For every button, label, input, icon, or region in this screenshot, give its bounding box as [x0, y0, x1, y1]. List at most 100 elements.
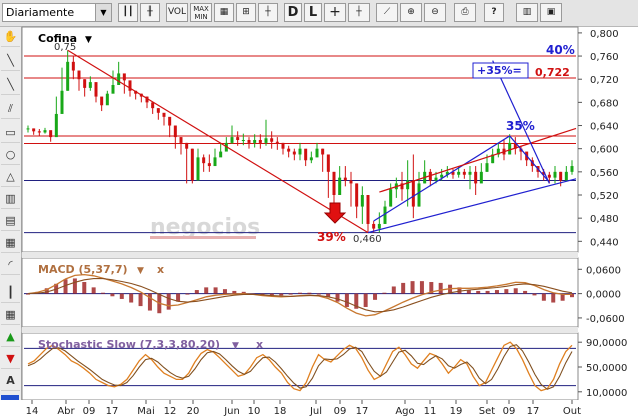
candle-body [485, 163, 489, 172]
macd-histogram-bar [288, 293, 293, 295]
candle-body [553, 171, 557, 178]
candle-body [49, 130, 53, 138]
candle-body [253, 140, 257, 143]
candle-body [338, 177, 342, 195]
candle-body [66, 61, 70, 91]
candle-body [100, 96, 104, 106]
x-tick-label: 17 [527, 406, 540, 417]
candle-body [264, 138, 268, 143]
candle-body [434, 177, 438, 181]
stochastic-close-button[interactable]: x [256, 338, 263, 351]
macd-histogram-bar [513, 288, 518, 294]
x-tick-label: 17 [356, 406, 369, 417]
candle-body [479, 171, 483, 184]
macd-histogram-bar [129, 293, 134, 303]
stochastic-tick-label: 50,0000 [586, 363, 627, 374]
low-label: 0,460 [353, 234, 382, 245]
stochastic-tick-label: 90,0000 [586, 338, 627, 349]
panel-splitter[interactable] [22, 252, 578, 258]
x-tick-label: 20 [187, 406, 200, 417]
candle-body [43, 130, 47, 133]
candle-body [287, 148, 291, 152]
x-tick-label: 09 [83, 406, 96, 417]
price-panel [21, 26, 579, 253]
macd-histogram-bar [232, 290, 237, 294]
candle-body [343, 177, 347, 181]
macd-histogram-bar [222, 289, 227, 294]
candle-body [360, 195, 364, 207]
candle-body [349, 180, 353, 184]
price-tick-label: 0,440 [590, 237, 619, 248]
candle-body [190, 148, 194, 181]
x-tick-label: Mai [137, 406, 155, 417]
candle-body [570, 166, 574, 172]
candle-body [179, 137, 183, 143]
candle-body [213, 157, 217, 167]
candle-body [151, 102, 155, 109]
macd-histogram-bar [213, 287, 218, 294]
candle-body [230, 137, 234, 143]
x-tick-label: 09 [334, 406, 347, 417]
macd-histogram-bar [194, 290, 199, 294]
candle-body [270, 138, 274, 142]
x-tick-label: Ago [395, 406, 414, 417]
candle-body [315, 148, 319, 158]
macd-histogram-bar [316, 293, 321, 295]
pct-35-box-label: +35%= [477, 64, 522, 77]
candle-body [298, 148, 302, 155]
candle-body [332, 171, 336, 195]
panel-splitter[interactable] [22, 327, 578, 333]
x-tick-label: 14 [26, 406, 39, 417]
candle-body [117, 73, 121, 85]
macd-histogram-bar [110, 293, 115, 297]
price-tick-label: 0,600 [590, 145, 619, 156]
watermark-bar [150, 236, 256, 239]
candle-body [196, 157, 200, 181]
x-tick-label: 12 [164, 406, 177, 417]
macd-histogram-bar [335, 293, 340, 302]
candle-body [406, 180, 410, 190]
stochastic-dropdown-icon[interactable]: ▼ [232, 341, 239, 351]
price-tick-label: 0,680 [590, 98, 619, 109]
candle-body [241, 140, 245, 141]
candle-body [326, 154, 330, 172]
candle-body [417, 183, 421, 207]
candle-body [83, 79, 87, 88]
macd-close-button[interactable]: x [157, 263, 164, 276]
x-tick-label: Set [479, 406, 496, 417]
pct-35-label: 35% [506, 119, 535, 133]
macd-histogram-bar [204, 287, 209, 294]
candle-body [247, 140, 251, 143]
candle-body [508, 142, 512, 155]
candle-body [468, 171, 472, 175]
macd-histogram-bar [279, 293, 284, 296]
instrument-dropdown-icon[interactable]: ▼ [85, 35, 92, 45]
candle-body [559, 171, 563, 181]
candle-body [309, 157, 313, 161]
macd-histogram-bar [438, 282, 443, 294]
macd-histogram-bar [551, 293, 556, 303]
macd-histogram-bar [419, 281, 424, 294]
macd-histogram-bar [307, 292, 312, 294]
candle-body [60, 90, 64, 114]
candle-body [32, 128, 36, 132]
macd-histogram-bar [185, 293, 190, 295]
macd-histogram-bar [138, 293, 143, 307]
macd-histogram-bar [373, 293, 378, 300]
candle-body [168, 116, 172, 126]
price-tick-label: 0,480 [590, 214, 619, 225]
macd-histogram-bar [476, 290, 481, 294]
macd-histogram-bar [166, 293, 171, 310]
x-tick-label: Jun [223, 406, 240, 417]
stochastic-label: Stochastic Slow (7,3,3,80,20) [38, 338, 220, 351]
high-label: 0,75 [54, 42, 76, 53]
candle-body [173, 125, 177, 138]
macd-histogram-bar [363, 293, 368, 307]
price-tick-label: 0,760 [590, 52, 619, 63]
x-tick-label: 09 [503, 406, 516, 417]
candle-body [236, 137, 240, 140]
macd-dropdown-icon[interactable]: ▼ [137, 266, 144, 276]
x-tick-label: 11 [424, 406, 437, 417]
candle-body [207, 163, 211, 167]
macd-histogram-bar [119, 293, 124, 299]
